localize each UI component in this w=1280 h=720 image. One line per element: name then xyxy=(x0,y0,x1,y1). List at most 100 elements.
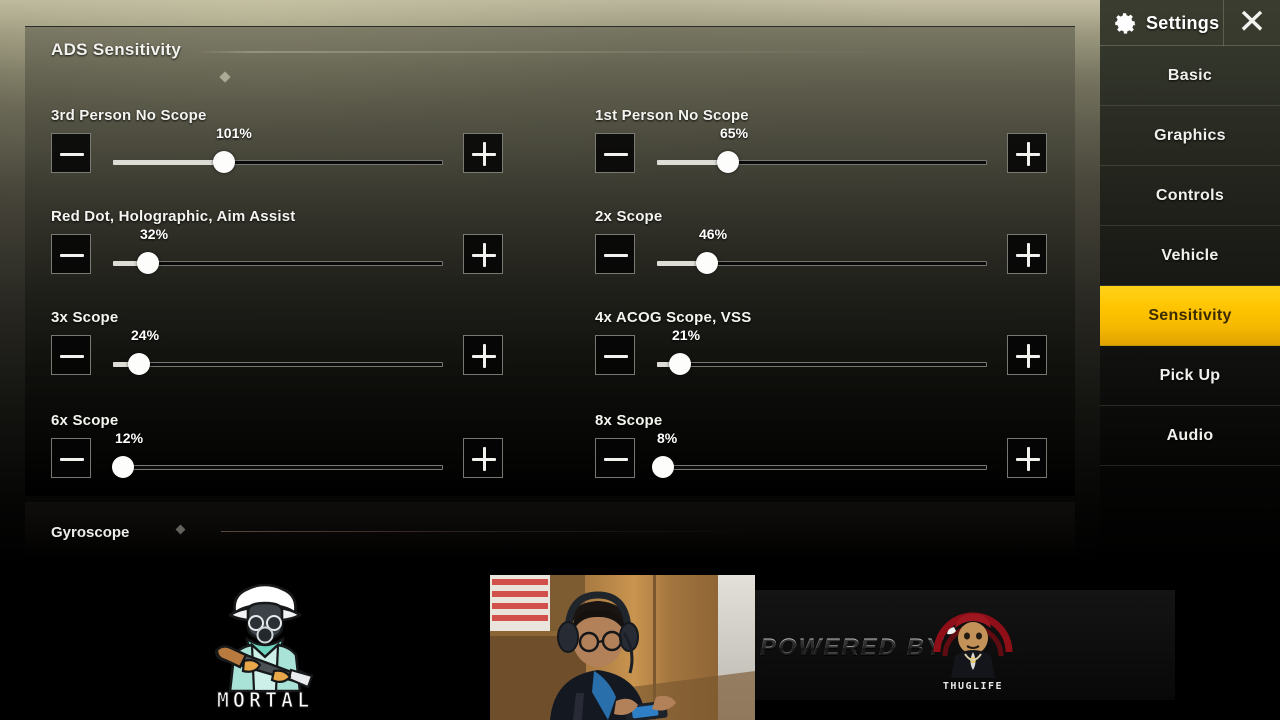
sidebar-title: Settings xyxy=(1146,12,1220,33)
sensitivity-row-4x-acog-scope-vss: 4x ACOG Scope, VSS 21% xyxy=(595,309,1115,409)
slider-4x-acog-scope-vss[interactable] xyxy=(657,353,987,375)
decrease-button-3x-scope[interactable] xyxy=(51,335,91,375)
increase-button-2x-scope[interactable] xyxy=(1007,234,1047,274)
decrease-button-1st-person-no-scope[interactable] xyxy=(595,133,635,173)
slider-value: 32% xyxy=(140,226,169,242)
sidebar-item-controls[interactable]: Controls xyxy=(1100,166,1280,226)
slider-label: 1st Person No Scope xyxy=(595,107,749,124)
minus-icon xyxy=(60,253,84,257)
slider-track[interactable] xyxy=(657,464,987,470)
slider-value: 21% xyxy=(672,327,701,343)
slider-thumb[interactable] xyxy=(128,353,150,375)
decrease-button-8x-scope[interactable] xyxy=(595,438,635,478)
minus-icon xyxy=(60,152,84,156)
increase-button-6x-scope[interactable] xyxy=(463,438,503,478)
section-header: ADS Sensitivity xyxy=(25,27,1075,75)
sidebar-header: Settings xyxy=(1100,0,1280,46)
slider-value: 8% xyxy=(657,430,678,446)
slider-value: 101% xyxy=(216,125,252,141)
slider-value: 24% xyxy=(131,327,160,343)
slider-track[interactable] xyxy=(113,361,443,367)
slider-thumb[interactable] xyxy=(213,151,235,173)
decrease-button-3rd-person-no-scope[interactable] xyxy=(51,133,91,173)
slider-red-dot-holographic-aim-assist[interactable] xyxy=(113,252,443,274)
close-icon xyxy=(1239,8,1265,39)
decrease-button-6x-scope[interactable] xyxy=(51,438,91,478)
increase-button-red-dot-holographic-aim-assist[interactable] xyxy=(463,234,503,274)
mortal-mascot-icon xyxy=(214,583,314,693)
slider-value: 65% xyxy=(720,125,749,141)
screen-root: ADS Sensitivity 3rd Person No Scope 101% 1… xyxy=(0,0,1280,720)
sidebar-item-pick-up[interactable]: Pick Up xyxy=(1100,346,1280,406)
increase-button-8x-scope[interactable] xyxy=(1007,438,1047,478)
slider-value: 12% xyxy=(115,430,144,446)
slider-fill xyxy=(113,159,224,165)
gear-icon xyxy=(1112,10,1138,36)
increase-button-3x-scope[interactable] xyxy=(463,335,503,375)
sensitivity-row-red-dot-holographic-aim-assist: Red Dot, Holographic, Aim Assist 32% xyxy=(51,208,571,308)
minus-icon xyxy=(604,152,628,156)
slider-6x-scope[interactable] xyxy=(112,456,443,478)
slider-track[interactable] xyxy=(113,260,443,266)
sidebar-item-basic[interactable]: Basic xyxy=(1100,46,1280,106)
slider-thumb[interactable] xyxy=(112,456,134,478)
plus-icon-vertical xyxy=(1026,344,1030,368)
powered-by-banner: POWERED BY THUGLIFE xyxy=(755,590,1175,700)
plus-icon-vertical xyxy=(482,344,486,368)
powered-by-text: POWERED BY xyxy=(760,634,945,661)
gyroscope-title: Gyroscope xyxy=(51,524,130,541)
minus-icon xyxy=(604,457,628,461)
webcam-feed xyxy=(490,575,755,720)
thuglife-logo: THUGLIFE xyxy=(925,598,1021,694)
slider-3x-scope[interactable] xyxy=(113,353,443,375)
slider-2x-scope[interactable] xyxy=(657,252,987,274)
increase-button-1st-person-no-scope[interactable] xyxy=(1007,133,1047,173)
slider-label: Red Dot, Holographic, Aim Assist xyxy=(51,208,296,225)
slider-thumb[interactable] xyxy=(669,353,691,375)
decrease-button-2x-scope[interactable] xyxy=(595,234,635,274)
header-divider xyxy=(195,51,885,53)
minus-icon xyxy=(60,457,84,461)
gyroscope-divider xyxy=(221,531,751,532)
increase-button-4x-acog-scope-vss[interactable] xyxy=(1007,335,1047,375)
plus-icon-vertical xyxy=(482,243,486,267)
slider-thumb[interactable] xyxy=(717,151,739,173)
sidebar-item-audio[interactable]: Audio xyxy=(1100,406,1280,466)
minus-icon xyxy=(60,354,84,358)
settings-panel: ADS Sensitivity 3rd Person No Scope 101% 1… xyxy=(25,26,1075,496)
plus-icon-vertical xyxy=(1026,447,1030,471)
plus-icon-vertical xyxy=(1026,243,1030,267)
close-button[interactable] xyxy=(1224,0,1280,46)
slider-thumb[interactable] xyxy=(652,456,674,478)
slider-3rd-person-no-scope[interactable] xyxy=(113,151,443,173)
sidebar-item-vehicle[interactable]: Vehicle xyxy=(1100,226,1280,286)
sidebar-item-graphics[interactable]: Graphics xyxy=(1100,106,1280,166)
plus-icon-vertical xyxy=(482,447,486,471)
increase-button-3rd-person-no-scope[interactable] xyxy=(463,133,503,173)
mortal-logo-text: MORTAL xyxy=(216,688,314,713)
thuglife-mascot-icon xyxy=(933,612,1013,678)
sensitivity-row-6x-scope: 6x Scope 12% xyxy=(51,412,571,512)
slider-thumb[interactable] xyxy=(696,252,718,274)
webcam-image xyxy=(490,575,755,720)
slider-track[interactable] xyxy=(113,464,443,470)
thuglife-logo-text: THUGLIFE xyxy=(942,681,1004,692)
slider-label: 8x Scope xyxy=(595,412,663,429)
sensitivity-row-2x-scope: 2x Scope 46% xyxy=(595,208,1115,308)
slider-value: 46% xyxy=(699,226,728,242)
sidebar-header-left: Settings xyxy=(1100,0,1224,46)
slider-track[interactable] xyxy=(657,361,987,367)
slider-label: 4x ACOG Scope, VSS xyxy=(595,309,752,326)
settings-sidebar: Settings Basic Graphics Controls Vehicle Sen… xyxy=(1100,0,1280,565)
slider-1st-person-no-scope[interactable] xyxy=(657,151,987,173)
slider-8x-scope[interactable] xyxy=(652,456,987,478)
slider-thumb[interactable] xyxy=(137,252,159,274)
sidebar-item-sensitivity[interactable]: Sensitivity xyxy=(1100,286,1280,346)
slider-label: 6x Scope xyxy=(51,412,119,429)
sensitivity-row-3x-scope: 3x Scope 24% xyxy=(51,309,571,409)
sensitivity-row-1st-person-no-scope: 1st Person No Scope 65% xyxy=(595,107,1115,207)
decrease-button-red-dot-holographic-aim-assist[interactable] xyxy=(51,234,91,274)
decrease-button-4x-acog-scope-vss[interactable] xyxy=(595,335,635,375)
slider-label: 3x Scope xyxy=(51,309,119,326)
sensitivity-slider-grid: 3rd Person No Scope 101% 1st Person No Sco… xyxy=(25,85,1075,495)
